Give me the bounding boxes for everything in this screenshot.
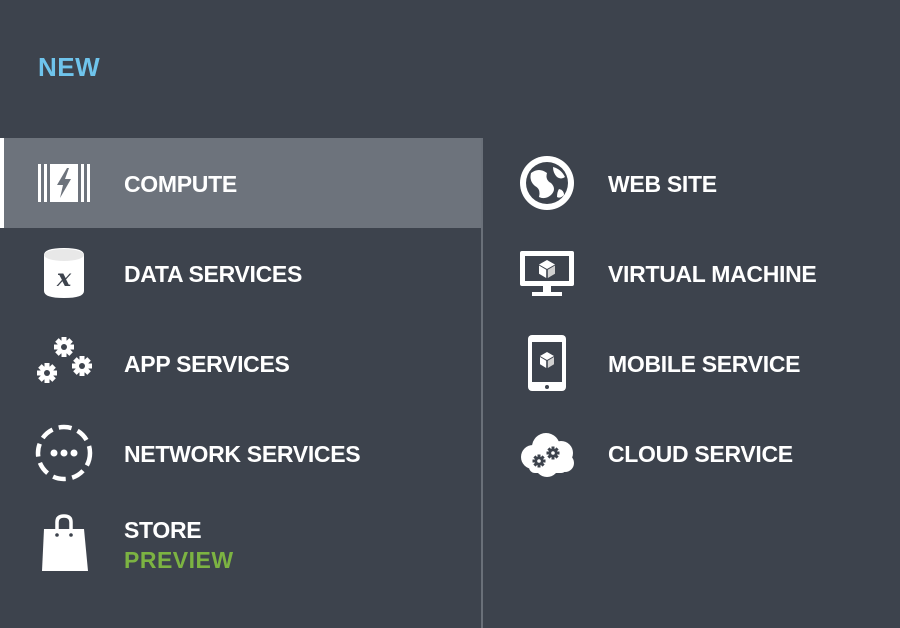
data-services-icon: x: [34, 243, 94, 303]
category-label: STORE: [124, 517, 202, 543]
option-label: WEB SITE: [608, 171, 717, 197]
mobile-icon: [517, 333, 577, 393]
monitor-icon: [517, 243, 577, 303]
gears-icon: [34, 333, 94, 393]
category-compute[interactable]: COMPUTE: [0, 138, 481, 228]
globe-icon: [517, 153, 577, 213]
option-mobile-service[interactable]: MOBILE SERVICE: [483, 318, 900, 408]
page-title: NEW: [38, 52, 101, 82]
category-label: APP SERVICES: [124, 351, 290, 377]
option-label: MOBILE SERVICE: [608, 351, 801, 377]
category-label: NETWORK SERVICES: [124, 441, 361, 467]
category-app-services[interactable]: APP SERVICES: [0, 318, 481, 408]
category-data-services[interactable]: x DATA SERVICES: [0, 228, 481, 318]
category-list: COMPUTE x DATA SERVICES APP SERVICES NET…: [0, 138, 481, 628]
option-virtual-machine[interactable]: VIRTUAL MACHINE: [483, 228, 900, 318]
preview-badge: PREVIEW: [124, 547, 234, 573]
option-web-site[interactable]: WEB SITE: [483, 138, 900, 228]
category-label: DATA SERVICES: [124, 261, 303, 287]
cloud-icon: [517, 423, 577, 483]
compute-options-list: WEB SITE VIRTUAL MACHINE MOBILE SERVICE …: [483, 138, 900, 628]
shopping-bag-icon: [34, 513, 94, 573]
network-icon: [34, 423, 94, 483]
option-label: CLOUD SERVICE: [608, 441, 793, 467]
option-cloud-service[interactable]: CLOUD SERVICE: [483, 408, 900, 498]
category-network-services[interactable]: NETWORK SERVICES: [0, 408, 481, 498]
selection-indicator: [0, 138, 4, 228]
compute-icon: [34, 153, 94, 213]
svg-text:x: x: [56, 263, 72, 292]
option-label: VIRTUAL MACHINE: [608, 261, 817, 287]
category-store[interactable]: STORE PREVIEW: [0, 498, 481, 588]
category-label: COMPUTE: [124, 171, 237, 197]
